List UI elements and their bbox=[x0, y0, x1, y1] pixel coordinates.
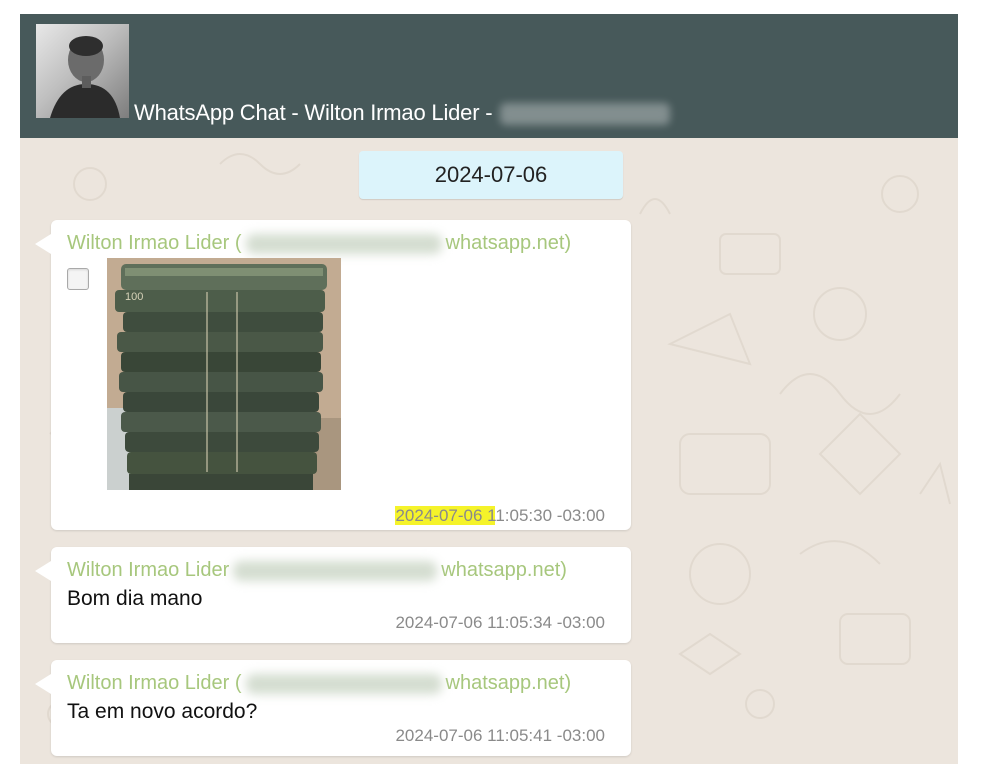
message-text: Bom dia mano bbox=[67, 587, 203, 610]
svg-text:100: 100 bbox=[125, 291, 143, 303]
redacted-sender-number bbox=[245, 673, 442, 694]
timestamp-highlight: 2024-07-06 1 bbox=[395, 506, 496, 525]
sender-name: Wilton Irmao Lider ( whatsapp.net) bbox=[67, 672, 571, 695]
chat-header: WhatsApp Chat - Wilton Irmao Lider - bbox=[20, 14, 958, 138]
sender-name: Wilton Irmao Lider ( whatsapp.net) bbox=[67, 232, 571, 255]
sender-name-text: Wilton Irmao Lider ( bbox=[67, 672, 242, 694]
message-timestamp: 2024-07-06 11:05:34 -03:00 bbox=[395, 613, 605, 632]
message-timestamp: 2024-07-06 11:05:30 -03:00 bbox=[395, 506, 605, 526]
message-text: Ta em novo acordo? bbox=[67, 700, 258, 723]
checkbox-icon[interactable] bbox=[67, 268, 89, 290]
sender-name-text: Wilton Irmao Lider bbox=[67, 559, 230, 581]
message-bubble-text[interactable]: Wilton Irmao Lider whatsapp.net) Bom dia … bbox=[35, 547, 631, 643]
redacted-phone-number bbox=[500, 103, 671, 126]
message-bubble-text[interactable]: Wilton Irmao Lider ( whatsapp.net) Ta em … bbox=[35, 660, 631, 756]
money-stack-image[interactable]: 100 bbox=[107, 258, 341, 490]
sender-domain: whatsapp.net) bbox=[445, 232, 572, 254]
timestamp-rest: 1:05:30 -03:00 bbox=[495, 506, 605, 525]
message-bubble-image[interactable]: Wilton Irmao Lider ( whatsapp.net) 100 20… bbox=[35, 220, 631, 530]
redacted-sender-number bbox=[233, 560, 438, 581]
sender-name-text: Wilton Irmao Lider ( bbox=[67, 232, 242, 254]
message-timestamp: 2024-07-06 11:05:41 -03:00 bbox=[395, 726, 605, 745]
date-separator: 2024-07-06 bbox=[359, 151, 623, 199]
contact-avatar[interactable] bbox=[36, 24, 129, 118]
redacted-sender-number bbox=[245, 233, 442, 254]
chat-window: WhatsApp Chat - Wilton Irmao Lider - 202… bbox=[20, 14, 958, 764]
sender-name: Wilton Irmao Lider whatsapp.net) bbox=[67, 559, 567, 582]
sender-domain: whatsapp.net) bbox=[445, 672, 572, 694]
chat-title: WhatsApp Chat - Wilton Irmao Lider - bbox=[134, 100, 671, 126]
sender-domain: whatsapp.net) bbox=[441, 559, 567, 581]
chat-title-text: WhatsApp Chat - Wilton Irmao Lider - bbox=[134, 100, 493, 125]
